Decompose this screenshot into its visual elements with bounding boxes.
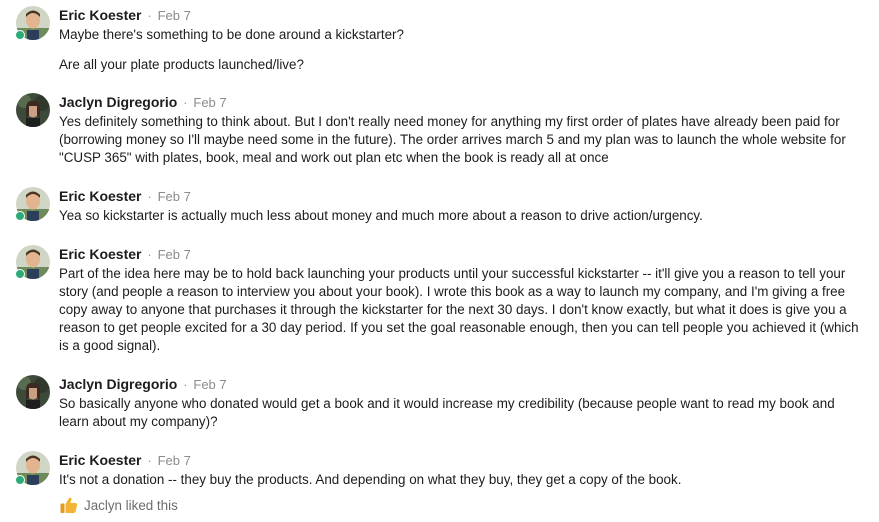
timestamp[interactable]: Feb 7 [158,8,191,23]
eric-avatar[interactable] [15,451,50,485]
timestamp[interactable]: Feb 7 [193,95,226,110]
separator-dot: · [147,8,152,23]
separator-dot: · [183,377,188,392]
online-status-icon [15,269,25,279]
message-text: Yes definitely something to think about.… [59,114,850,165]
avatar-photo [16,93,50,127]
eric-avatar[interactable] [15,6,50,40]
author-name[interactable]: Eric Koester [59,246,141,262]
online-status-icon [15,475,25,485]
separator-dot: · [147,453,152,468]
timestamp[interactable]: Feb 7 [158,189,191,204]
message-text: Are all your plate products launched/liv… [59,57,304,72]
message-text: So basically anyone who donated would ge… [59,396,839,429]
online-status-icon [15,30,25,40]
timestamp[interactable]: Feb 7 [158,453,191,468]
avatar-photo [16,375,50,409]
author-name[interactable]: Eric Koester [59,452,141,468]
thumbs-up-icon [60,497,78,513]
message-text: Part of the idea here may be to hold bac… [59,266,863,353]
timestamp[interactable]: Feb 7 [193,377,226,392]
author-name[interactable]: Eric Koester [59,188,141,204]
message-text: Maybe there's something to be done aroun… [59,27,404,42]
timestamp[interactable]: Feb 7 [158,247,191,262]
separator-dot: · [147,189,152,204]
message-text: It's not a donation -- they buy the prod… [59,472,682,487]
online-status-icon [15,211,25,221]
separator-dot: · [183,95,188,110]
message-text: Yea so kickstarter is actually much less… [59,208,703,223]
message-feed: Eric Koester · Feb 7 Maybe there's somet… [0,0,879,522]
eric-avatar[interactable] [15,187,50,221]
jaclyn-avatar[interactable] [16,93,50,127]
author-name[interactable]: Jaclyn Digregorio [59,376,177,392]
eric-avatar[interactable] [15,245,50,279]
separator-dot: · [147,247,152,262]
jaclyn-avatar[interactable] [16,375,50,409]
author-name[interactable]: Jaclyn Digregorio [59,94,177,110]
like-summary: Jaclyn liked this [84,497,178,513]
author-name[interactable]: Eric Koester [59,7,141,23]
reaction-row[interactable]: Jaclyn liked this [59,495,178,515]
